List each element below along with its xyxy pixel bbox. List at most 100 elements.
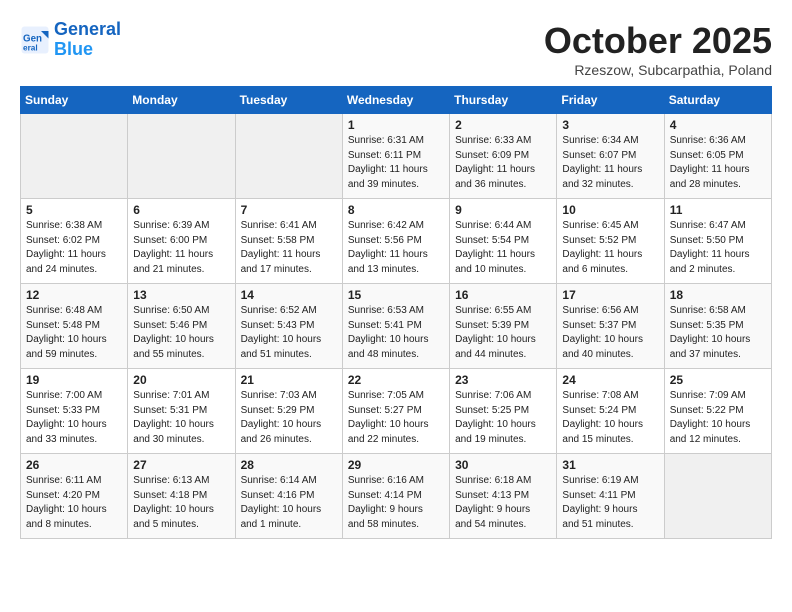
- day-number: 28: [241, 458, 337, 472]
- calendar-cell: 10Sunrise: 6:45 AM Sunset: 5:52 PM Dayli…: [557, 199, 664, 284]
- calendar-cell: 4 Sunrise: 6:36 AM Sunset: 6:05 PM Daylig…: [664, 114, 771, 199]
- day-number: 29: [348, 458, 444, 472]
- day-number: 14: [241, 288, 337, 302]
- calendar-cell: [21, 114, 128, 199]
- calendar-cell: [128, 114, 235, 199]
- day-number: 6: [133, 203, 229, 217]
- day-number: 4: [670, 118, 766, 132]
- header-sunday: Sunday: [21, 87, 128, 114]
- day-info: Sunrise: 6:41 AM Sunset: 5:58 PM Dayligh…: [241, 219, 337, 277]
- day-info: Sunrise: 6:53 AM Sunset: 5:41 PM Dayligh…: [348, 304, 444, 362]
- calendar-cell: 11 Sunrise: 6:47 AM Sunset: 5:50 PM Dayli…: [664, 199, 771, 284]
- calendar-cell: 21 Sunrise: 7:03 AM Sunset: 5:29 PM Dayli…: [235, 369, 342, 454]
- day-number: 15: [348, 288, 444, 302]
- calendar-cell: 6 Sunrise: 6:39 AM Sunset: 6:00 PM Daylig…: [128, 199, 235, 284]
- day-info: Sunrise: 7:03 AM Sunset: 5:29 PM Dayligh…: [241, 389, 337, 447]
- calendar-week-1: 1Sunrise: 6:31 AM Sunset: 6:11 PM Daylig…: [21, 114, 772, 199]
- calendar-cell: 5 Sunrise: 6:38 AM Sunset: 6:02 PM Daylig…: [21, 199, 128, 284]
- header-friday: Friday: [557, 87, 664, 114]
- calendar-week-4: 19Sunrise: 7:00 AM Sunset: 5:33 PM Dayli…: [21, 369, 772, 454]
- calendar-cell: 18 Sunrise: 6:58 AM Sunset: 5:35 PM Dayli…: [664, 284, 771, 369]
- header-wednesday: Wednesday: [342, 87, 449, 114]
- header-saturday: Saturday: [664, 87, 771, 114]
- day-number: 17: [562, 288, 658, 302]
- calendar-cell: 3 Sunrise: 6:34 AM Sunset: 6:07 PM Daylig…: [557, 114, 664, 199]
- calendar-header-row: SundayMondayTuesdayWednesdayThursdayFrid…: [21, 87, 772, 114]
- day-number: 8: [348, 203, 444, 217]
- day-info: Sunrise: 6:55 AM Sunset: 5:39 PM Dayligh…: [455, 304, 551, 362]
- day-info: Sunrise: 6:56 AM Sunset: 5:37 PM Dayligh…: [562, 304, 658, 362]
- calendar-cell: 15 Sunrise: 6:53 AM Sunset: 5:41 PM Dayli…: [342, 284, 449, 369]
- title-block: October 2025 Rzeszow, Subcarpathia, Pola…: [544, 20, 772, 78]
- calendar-cell: [664, 454, 771, 539]
- day-info: Sunrise: 6:13 AM Sunset: 4:18 PM Dayligh…: [133, 474, 229, 532]
- header-monday: Monday: [128, 87, 235, 114]
- day-info: Sunrise: 6:19 AM Sunset: 4:11 PM Dayligh…: [562, 474, 658, 532]
- day-number: 1: [348, 118, 444, 132]
- day-info: Sunrise: 6:58 AM Sunset: 5:35 PM Dayligh…: [670, 304, 766, 362]
- calendar-cell: 31 Sunrise: 6:19 AM Sunset: 4:11 PM Dayli…: [557, 454, 664, 539]
- calendar-cell: 29 Sunrise: 6:16 AM Sunset: 4:14 PM Dayli…: [342, 454, 449, 539]
- day-info: Sunrise: 6:47 AM Sunset: 5:50 PM Dayligh…: [670, 219, 766, 277]
- calendar-cell: 8 Sunrise: 6:42 AM Sunset: 5:56 PM Daylig…: [342, 199, 449, 284]
- day-info: Sunrise: 6:16 AM Sunset: 4:14 PM Dayligh…: [348, 474, 444, 532]
- day-number: 12: [26, 288, 122, 302]
- svg-text:eral: eral: [23, 43, 38, 52]
- calendar-cell: 19Sunrise: 7:00 AM Sunset: 5:33 PM Dayli…: [21, 369, 128, 454]
- calendar-cell: 22Sunrise: 7:05 AM Sunset: 5:27 PM Dayli…: [342, 369, 449, 454]
- day-info: Sunrise: 6:38 AM Sunset: 6:02 PM Dayligh…: [26, 219, 122, 277]
- calendar-cell: 23 Sunrise: 7:06 AM Sunset: 5:25 PM Dayli…: [450, 369, 557, 454]
- calendar-cell: 24Sunrise: 7:08 AM Sunset: 5:24 PM Dayli…: [557, 369, 664, 454]
- day-number: 13: [133, 288, 229, 302]
- calendar-cell: 7Sunrise: 6:41 AM Sunset: 5:58 PM Daylig…: [235, 199, 342, 284]
- calendar-cell: 25 Sunrise: 7:09 AM Sunset: 5:22 PM Dayli…: [664, 369, 771, 454]
- calendar-cell: 28Sunrise: 6:14 AM Sunset: 4:16 PM Dayli…: [235, 454, 342, 539]
- month-title: October 2025: [544, 20, 772, 62]
- day-info: Sunrise: 6:48 AM Sunset: 5:48 PM Dayligh…: [26, 304, 122, 362]
- day-number: 21: [241, 373, 337, 387]
- calendar-cell: 9Sunrise: 6:44 AM Sunset: 5:54 PM Daylig…: [450, 199, 557, 284]
- day-info: Sunrise: 6:52 AM Sunset: 5:43 PM Dayligh…: [241, 304, 337, 362]
- day-number: 27: [133, 458, 229, 472]
- day-number: 5: [26, 203, 122, 217]
- day-number: 31: [562, 458, 658, 472]
- calendar-cell: 2Sunrise: 6:33 AM Sunset: 6:09 PM Daylig…: [450, 114, 557, 199]
- calendar-cell: 17 Sunrise: 6:56 AM Sunset: 5:37 PM Dayli…: [557, 284, 664, 369]
- day-number: 11: [670, 203, 766, 217]
- day-info: Sunrise: 6:11 AM Sunset: 4:20 PM Dayligh…: [26, 474, 122, 532]
- day-number: 20: [133, 373, 229, 387]
- page-header: Gen eral GeneralBlue October 2025 Rzeszo…: [20, 20, 772, 78]
- day-info: Sunrise: 6:39 AM Sunset: 6:00 PM Dayligh…: [133, 219, 229, 277]
- day-info: Sunrise: 6:36 AM Sunset: 6:05 PM Dayligh…: [670, 134, 766, 192]
- calendar-week-5: 26 Sunrise: 6:11 AM Sunset: 4:20 PM Dayli…: [21, 454, 772, 539]
- calendar-cell: 26 Sunrise: 6:11 AM Sunset: 4:20 PM Dayli…: [21, 454, 128, 539]
- day-number: 26: [26, 458, 122, 472]
- day-info: Sunrise: 6:18 AM Sunset: 4:13 PM Dayligh…: [455, 474, 551, 532]
- day-info: Sunrise: 6:42 AM Sunset: 5:56 PM Dayligh…: [348, 219, 444, 277]
- logo: Gen eral GeneralBlue: [20, 20, 121, 60]
- location-subtitle: Rzeszow, Subcarpathia, Poland: [544, 62, 772, 78]
- day-number: 2: [455, 118, 551, 132]
- calendar-week-3: 12 Sunrise: 6:48 AM Sunset: 5:48 PM Dayli…: [21, 284, 772, 369]
- calendar-cell: 20Sunrise: 7:01 AM Sunset: 5:31 PM Dayli…: [128, 369, 235, 454]
- day-info: Sunrise: 7:09 AM Sunset: 5:22 PM Dayligh…: [670, 389, 766, 447]
- day-number: 24: [562, 373, 658, 387]
- day-info: Sunrise: 7:06 AM Sunset: 5:25 PM Dayligh…: [455, 389, 551, 447]
- day-info: Sunrise: 6:34 AM Sunset: 6:07 PM Dayligh…: [562, 134, 658, 192]
- day-number: 23: [455, 373, 551, 387]
- calendar-table: SundayMondayTuesdayWednesdayThursdayFrid…: [20, 86, 772, 539]
- day-number: 16: [455, 288, 551, 302]
- calendar-cell: 12 Sunrise: 6:48 AM Sunset: 5:48 PM Dayli…: [21, 284, 128, 369]
- day-number: 18: [670, 288, 766, 302]
- logo-text: GeneralBlue: [54, 20, 121, 60]
- day-number: 10: [562, 203, 658, 217]
- calendar-cell: 16 Sunrise: 6:55 AM Sunset: 5:39 PM Dayli…: [450, 284, 557, 369]
- day-number: 25: [670, 373, 766, 387]
- calendar-cell: 14 Sunrise: 6:52 AM Sunset: 5:43 PM Dayli…: [235, 284, 342, 369]
- day-info: Sunrise: 6:50 AM Sunset: 5:46 PM Dayligh…: [133, 304, 229, 362]
- calendar-cell: 1Sunrise: 6:31 AM Sunset: 6:11 PM Daylig…: [342, 114, 449, 199]
- calendar-cell: 13 Sunrise: 6:50 AM Sunset: 5:46 PM Dayli…: [128, 284, 235, 369]
- day-number: 3: [562, 118, 658, 132]
- day-number: 9: [455, 203, 551, 217]
- day-number: 30: [455, 458, 551, 472]
